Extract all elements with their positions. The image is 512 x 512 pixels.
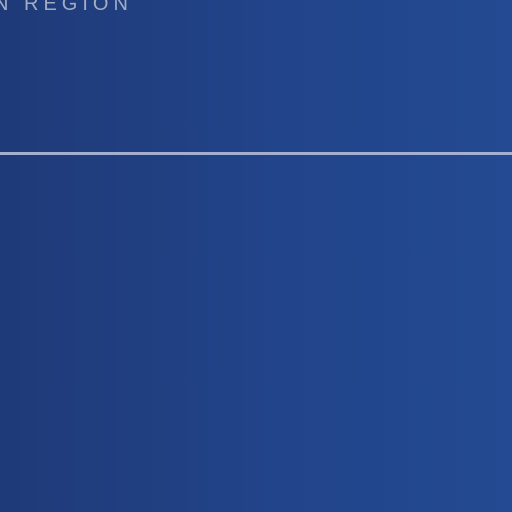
region-label: N REGION: [0, 0, 133, 15]
header-band: N REGION: [0, 0, 512, 153]
main-area: [0, 155, 512, 512]
